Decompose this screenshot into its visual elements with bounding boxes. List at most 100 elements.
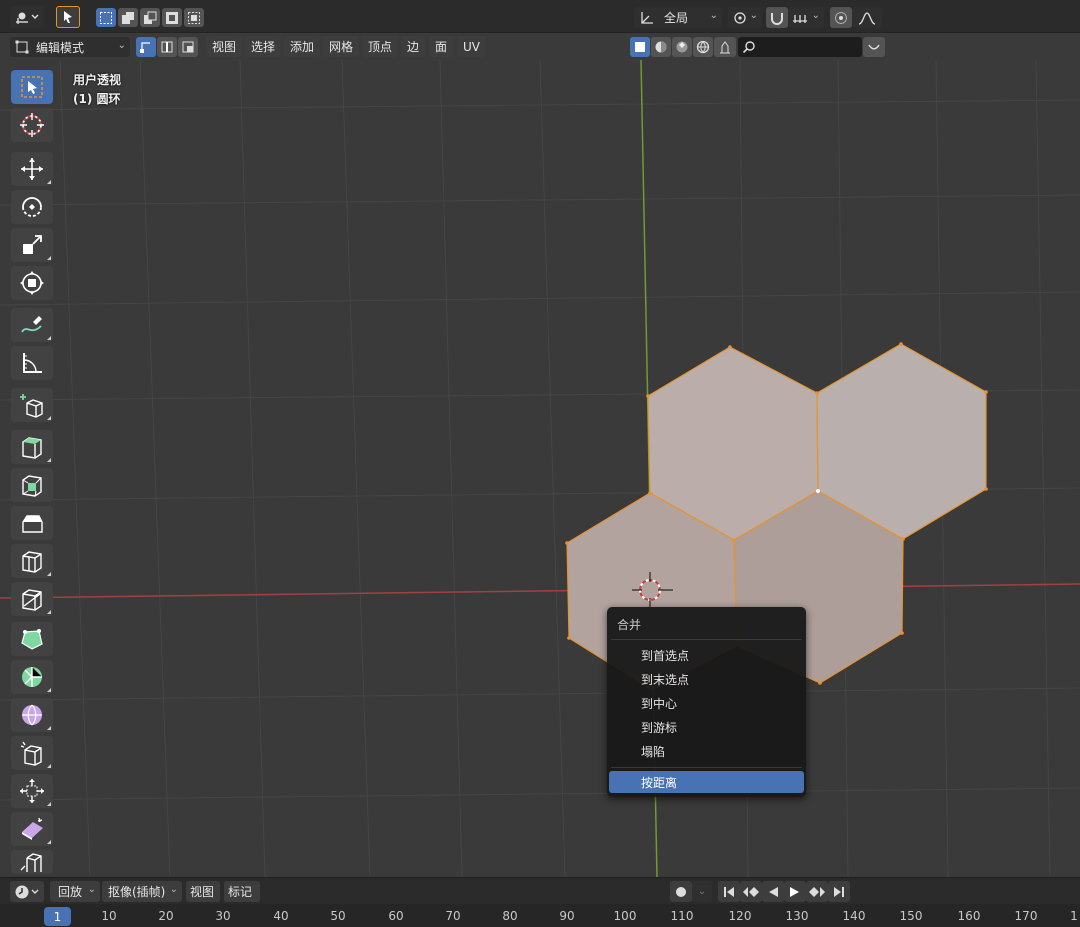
select-intersect-button[interactable] (184, 8, 204, 27)
merge-by-distance-item[interactable]: 按距离 (609, 771, 804, 793)
tool-transform[interactable] (11, 266, 53, 300)
merge-context-menu: 合并 到首选点 到末选点 到中心 到游标 塌陷 按距离 (607, 607, 806, 797)
tool-shrink-fatten[interactable] (11, 774, 53, 808)
pivot-point-select[interactable]: ⌄ (728, 7, 762, 28)
proportional-edit-button[interactable] (830, 7, 852, 28)
bevel-icon (22, 515, 43, 533)
transform-orientation-select[interactable]: 全局 ⌄ (634, 7, 722, 28)
select-mode-tweak-button[interactable] (56, 6, 80, 28)
select-new-button[interactable] (96, 8, 116, 27)
play-button[interactable] (784, 881, 806, 902)
tool-rip[interactable] (11, 850, 53, 874)
keying-label: 抠像(插帧) (108, 885, 166, 899)
tool-scale[interactable] (11, 228, 53, 262)
rendered-sphere-icon (696, 40, 710, 54)
select-extend-button[interactable] (118, 8, 138, 27)
search-icon (742, 41, 755, 54)
filter-dropdown-button[interactable] (863, 37, 885, 57)
jump-end-button[interactable] (828, 881, 850, 902)
select-invert-icon (166, 11, 178, 24)
menu-uv[interactable]: UV (457, 36, 486, 57)
cursor-arrow-icon (64, 11, 72, 23)
tool-bevel[interactable] (11, 506, 53, 540)
tool-knife[interactable] (11, 582, 53, 616)
timeline-editor-type-button[interactable] (10, 881, 44, 902)
menu-face[interactable]: 面 (429, 36, 454, 57)
snap-toggle-button[interactable] (766, 7, 788, 28)
pivot-point-icon (734, 11, 746, 24)
menu-mesh[interactable]: 网格 (323, 36, 360, 57)
tool-inset[interactable] (11, 468, 53, 502)
tool-loop-cut[interactable] (11, 544, 53, 578)
tool-extrude[interactable] (11, 430, 53, 464)
frame-tick: 100 (613, 909, 637, 923)
3d-viewport[interactable]: 用户透视 (1) 圆环 (0, 0, 1080, 877)
timeline-view-menu[interactable]: 视图 (186, 881, 220, 902)
marker-menu[interactable]: 标记 (224, 881, 260, 902)
rotate-icon (22, 197, 42, 217)
snap-increment-icon (793, 14, 807, 23)
playback-menu[interactable]: 回放 ⌄ (50, 881, 100, 902)
frame-tick: 110 (670, 909, 694, 923)
object-name-label: (1) 圆环 (73, 92, 121, 106)
tool-add-cube[interactable] (11, 388, 53, 422)
viewport-gizmo-button[interactable] (714, 37, 736, 57)
transform-icon (20, 271, 44, 295)
vertex-select-mode-button[interactable] (136, 37, 156, 57)
keying-menu[interactable]: 抠像(插帧) ⌄ (102, 881, 182, 902)
solid-shading-button[interactable] (651, 37, 671, 57)
proportional-falloff-button[interactable] (852, 7, 882, 28)
tool-annotate[interactable] (11, 308, 53, 342)
material-shading-button[interactable] (672, 37, 692, 57)
chevron-down-icon: ⌄ (117, 40, 126, 51)
jump-end-icon (834, 886, 844, 897)
frame-tick: 140 (842, 909, 866, 923)
tool-select-box[interactable] (11, 70, 53, 104)
tool-poly-build[interactable] (11, 622, 53, 656)
menu-vertex[interactable]: 顶点 (362, 36, 399, 57)
keying-set-dropdown[interactable]: ⌄ (692, 881, 712, 902)
active-vertex (816, 489, 820, 493)
select-invert-button[interactable] (162, 8, 182, 27)
prev-keyframe-icon (743, 886, 759, 897)
prev-keyframe-button[interactable] (740, 881, 762, 902)
current-frame-indicator[interactable]: 1 (44, 907, 71, 926)
add-cube-icon (20, 394, 43, 418)
menu-select[interactable]: 选择 (245, 36, 282, 57)
tool-spin[interactable] (11, 660, 53, 694)
tool-move[interactable] (11, 152, 53, 186)
timeline-ruler[interactable]: 1 10 20 30 40 50 60 70 80 90 100 110 120… (0, 904, 1080, 927)
viewport-scene (0, 59, 1080, 877)
next-keyframe-button[interactable] (806, 881, 828, 902)
menu-view[interactable]: 视图 (206, 36, 243, 57)
auto-keying-button[interactable] (670, 881, 692, 902)
tool-edge-slide[interactable] (11, 736, 53, 770)
play-reverse-button[interactable] (762, 881, 784, 902)
mode-select[interactable]: 编辑模式 ⌄ (10, 37, 130, 57)
rendered-shading-button[interactable] (693, 37, 713, 57)
merge-at-cursor-item[interactable]: 到游标 (609, 716, 804, 738)
select-subtract-button[interactable] (140, 8, 160, 27)
tool-shear[interactable] (11, 812, 53, 846)
edge-select-mode-button[interactable] (157, 37, 177, 57)
merge-collapse-item[interactable]: 塌陷 (609, 740, 804, 762)
face-select-mode-button[interactable] (178, 37, 198, 57)
frame-tick: 40 (273, 909, 289, 923)
viewport-search-input[interactable] (738, 37, 862, 57)
tool-rotate[interactable] (11, 190, 53, 224)
wireframe-shading-button[interactable] (630, 37, 650, 57)
merge-at-first-item[interactable]: 到首选点 (609, 644, 804, 666)
tool-cursor[interactable] (11, 108, 53, 142)
solid-square-icon (635, 42, 645, 52)
select-subtract-icon (144, 11, 157, 24)
merge-at-center-item[interactable]: 到中心 (609, 692, 804, 714)
jump-start-button[interactable] (718, 881, 740, 902)
menu-add[interactable]: 添加 (284, 36, 321, 57)
editor-type-button[interactable] (10, 6, 44, 28)
marker-label: 标记 (228, 885, 253, 899)
menu-edge[interactable]: 边 (401, 36, 426, 57)
tool-smooth[interactable] (11, 698, 53, 732)
merge-at-last-item[interactable]: 到末选点 (609, 668, 804, 690)
snap-target-select[interactable]: ⌄ (788, 7, 824, 28)
tool-measure[interactable] (11, 346, 53, 380)
